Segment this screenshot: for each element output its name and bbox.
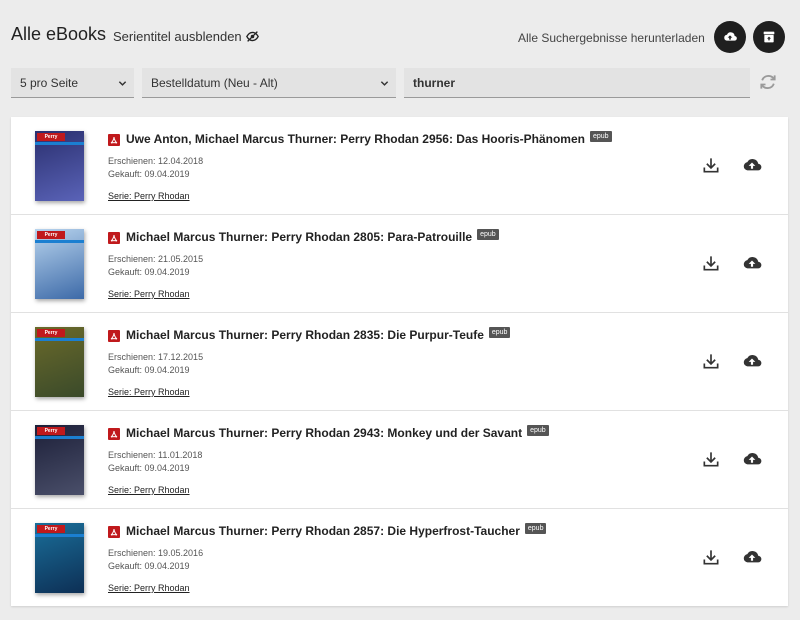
published-date: Erschienen: 12.04.2018 (108, 156, 204, 166)
ebook-list: Perry Uwe Anton, Michael Marcus Thurner:… (11, 117, 788, 606)
hide-series-label: Serientitel ausblenden (113, 29, 242, 44)
purchase-date: Gekauft: 09.04.2019 (108, 463, 190, 473)
purchase-date: Gekauft: 09.04.2019 (108, 365, 190, 375)
book-title[interactable]: Michael Marcus Thurner: Perry Rhodan 280… (126, 228, 499, 244)
archive-icon (763, 31, 775, 43)
series-link[interactable]: Serie: Perry Rhodan (108, 583, 190, 593)
search-input[interactable] (413, 75, 743, 90)
cloud-upload-icon[interactable] (742, 155, 762, 175)
book-title[interactable]: Uwe Anton, Michael Marcus Thurner: Perry… (126, 130, 612, 146)
per-page-value: 5 pro Seite (20, 75, 79, 90)
refresh-icon[interactable] (758, 72, 778, 92)
cloud-upload-icon[interactable] (742, 351, 762, 371)
book-title[interactable]: Michael Marcus Thurner: Perry Rhodan 285… (126, 522, 547, 538)
published-date: Erschienen: 17.12.2015 (108, 352, 204, 362)
list-item: Perry Uwe Anton, Michael Marcus Thurner:… (11, 117, 788, 215)
published-date: Erschienen: 21.05.2015 (108, 254, 204, 264)
page-header: Alle eBooks Serientitel ausblenden Alle … (0, 0, 800, 64)
purchase-date: Gekauft: 09.04.2019 (108, 267, 190, 277)
cover-logo: Perry (37, 231, 65, 239)
pdf-icon (108, 134, 120, 146)
list-item: Perry Michael Marcus Thurner: Perry Rhod… (11, 313, 788, 411)
hide-series-toggle[interactable]: Serientitel ausblenden (113, 29, 259, 44)
purchase-date: Gekauft: 09.04.2019 (108, 169, 190, 179)
format-badge: epub (527, 424, 549, 436)
published-date: Erschienen: 11.01.2018 (108, 450, 203, 460)
eye-slash-icon (245, 31, 259, 42)
download-icon[interactable] (701, 351, 721, 371)
download-icon[interactable] (701, 253, 721, 273)
cover-logo: Perry (37, 329, 65, 337)
book-title-text: Michael Marcus Thurner: Perry Rhodan 285… (126, 524, 520, 538)
download-all-label: Alle Suchergebnisse herunterladen (518, 31, 705, 45)
list-item: Perry Michael Marcus Thurner: Perry Rhod… (11, 509, 788, 606)
series-link[interactable]: Serie: Perry Rhodan (108, 485, 190, 495)
page-title: Alle eBooks (11, 24, 107, 44)
format-badge: epub (524, 522, 547, 534)
pdf-icon (108, 232, 120, 244)
book-cover[interactable]: Perry (35, 425, 84, 495)
list-item: Perry Michael Marcus Thurner: Perry Rhod… (11, 411, 788, 509)
book-title-text: Uwe Anton, Michael Marcus Thurner: Perry… (126, 132, 585, 146)
series-link[interactable]: Serie: Perry Rhodan (108, 387, 190, 397)
format-badge: epub (589, 130, 612, 142)
book-cover[interactable]: Perry (35, 523, 84, 593)
chevron-down-icon (118, 81, 127, 86)
format-badge: epub (488, 326, 511, 338)
cloud-upload-icon[interactable] (742, 547, 762, 567)
book-cover[interactable]: Perry (35, 229, 84, 299)
book-title-text: Michael Marcus Thurner: Perry Rhodan 280… (126, 230, 473, 244)
cloud-upload-icon[interactable] (742, 449, 762, 469)
cover-logo: Perry (37, 525, 65, 533)
download-icon[interactable] (701, 155, 721, 175)
series-link[interactable]: Serie: Perry Rhodan (108, 289, 190, 299)
format-badge: epub (477, 228, 499, 240)
download-icon[interactable] (701, 547, 721, 567)
chevron-down-icon (380, 81, 389, 86)
series-link[interactable]: Serie: Perry Rhodan (108, 191, 190, 201)
download-all-archive-button[interactable] (753, 21, 785, 53)
book-cover[interactable]: Perry (35, 131, 84, 201)
list-item: Perry Michael Marcus Thurner: Perry Rhod… (11, 215, 788, 313)
book-title-text: Michael Marcus Thurner: Perry Rhodan 294… (126, 426, 523, 440)
sort-select[interactable]: Bestelldatum (Neu - Alt) (142, 68, 396, 98)
sort-value: Bestelldatum (Neu - Alt) (151, 75, 278, 90)
purchase-date: Gekauft: 09.04.2019 (108, 561, 190, 571)
book-title[interactable]: Michael Marcus Thurner: Perry Rhodan 294… (126, 424, 549, 440)
book-title[interactable]: Michael Marcus Thurner: Perry Rhodan 283… (126, 326, 511, 342)
pdf-icon (108, 330, 120, 342)
pdf-icon (108, 526, 120, 538)
cover-logo: Perry (37, 133, 65, 141)
pdf-icon (108, 428, 120, 440)
book-title-text: Michael Marcus Thurner: Perry Rhodan 283… (126, 328, 484, 342)
download-all-cloud-button[interactable] (714, 21, 746, 53)
download-icon[interactable] (701, 449, 721, 469)
book-cover[interactable]: Perry (35, 327, 84, 397)
published-date: Erschienen: 19.05.2016 (108, 548, 204, 558)
cloud-upload-icon[interactable] (742, 253, 762, 273)
cover-logo: Perry (37, 427, 65, 435)
search-field[interactable] (404, 68, 750, 98)
per-page-select[interactable]: 5 pro Seite (11, 68, 134, 98)
cloud-upload-icon (724, 32, 737, 41)
